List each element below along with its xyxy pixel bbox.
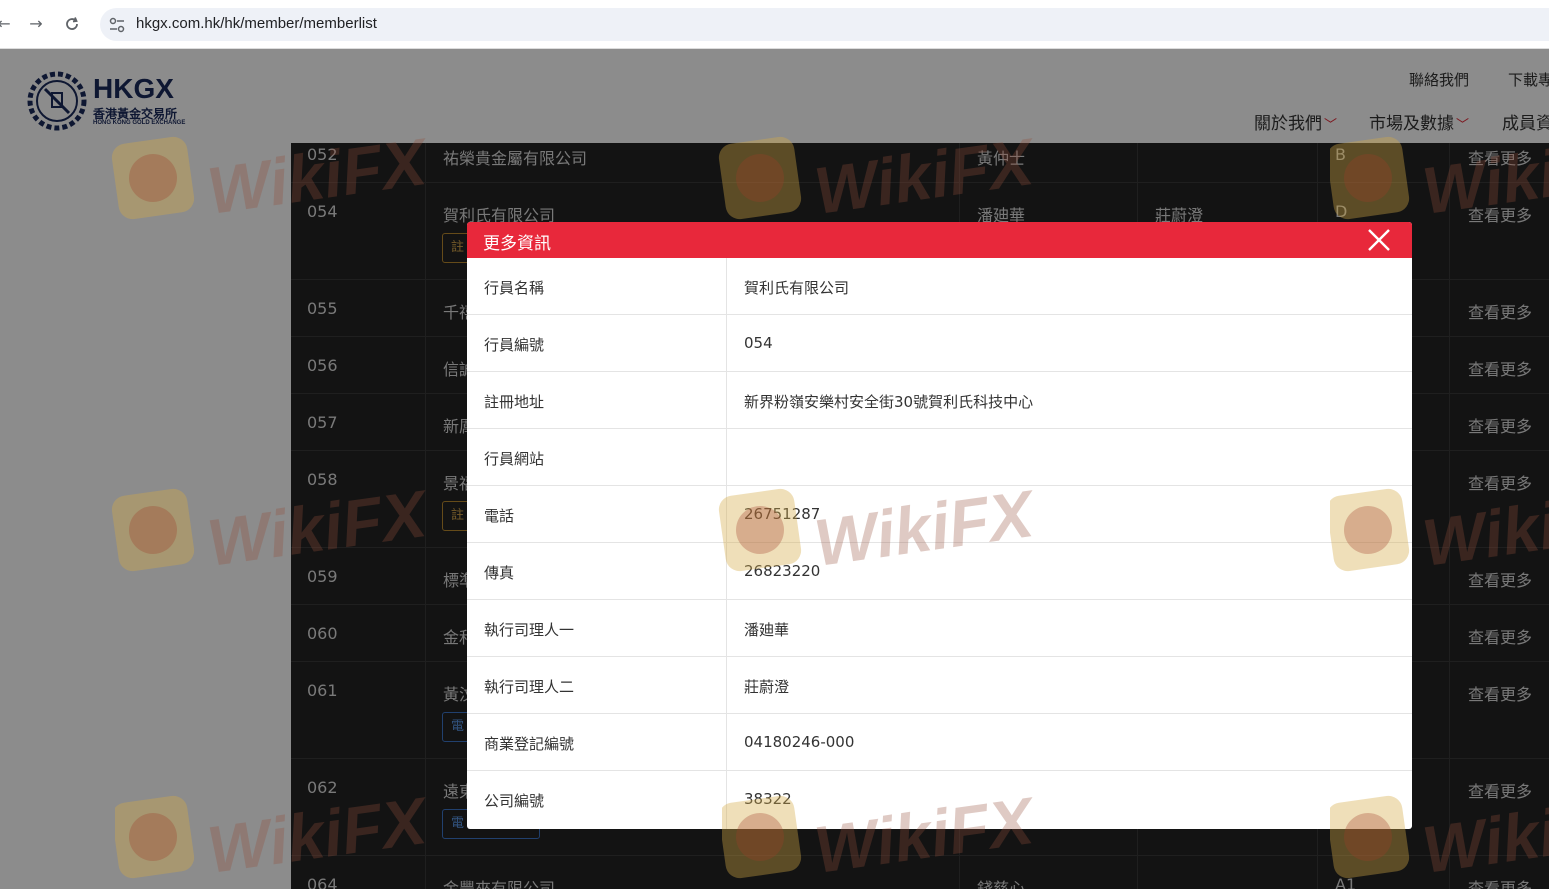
info-value: 054 (744, 334, 773, 352)
info-label: 行員名稱 (484, 279, 545, 297)
info-row-fax: 傳真 26823220 (467, 543, 1412, 600)
info-row-company-number: 公司編號 38322 (467, 771, 1412, 828)
info-label: 行員網站 (484, 450, 545, 468)
info-row-member-number: 行員編號 054 (467, 315, 1412, 372)
dialog-header: 更多資訊 (467, 222, 1412, 258)
reload-icon[interactable] (60, 12, 84, 36)
info-label: 執行司理人二 (484, 678, 575, 696)
info-row-phone: 電話 26751287 (467, 486, 1412, 543)
dialog-title: 更多資訊 (483, 234, 551, 254)
info-row-business-registration: 商業登記編號 04180246-000 (467, 714, 1412, 771)
info-value: 莊蔚澄 (744, 678, 790, 696)
browser-toolbar: ← → hkgx.com.hk/hk/member/memberlist (0, 0, 1549, 49)
info-value: 潘廸華 (744, 621, 790, 639)
address-bar[interactable]: hkgx.com.hk/hk/member/memberlist (100, 8, 1549, 41)
info-label: 商業登記編號 (484, 735, 575, 753)
info-label: 行員編號 (484, 336, 545, 354)
info-value: 新界粉嶺安樂村安全街30號賀利氏科技中心 (744, 393, 1034, 411)
info-label: 註冊地址 (484, 393, 545, 411)
url-text[interactable]: hkgx.com.hk/hk/member/memberlist (136, 15, 377, 32)
info-label: 電話 (484, 507, 515, 525)
info-value: 賀利氏有限公司 (744, 279, 850, 297)
info-row-website: 行員網站 (467, 429, 1412, 486)
info-value: 38322 (744, 790, 792, 808)
info-row-registered-address: 註冊地址 新界粉嶺安樂村安全街30號賀利氏科技中心 (467, 372, 1412, 429)
info-value: 26751287 (744, 505, 821, 523)
info-row-member-name: 行員名稱 賀利氏有限公司 (467, 258, 1412, 315)
info-label: 執行司理人一 (484, 621, 575, 639)
info-value: 26823220 (744, 562, 821, 580)
arrow-right-icon[interactable]: → (24, 12, 48, 36)
close-icon[interactable] (1366, 227, 1392, 253)
info-row-executive-one: 執行司理人一 潘廸華 (467, 600, 1412, 657)
more-info-dialog: 更多資訊 行員名稱 賀利氏有限公司 行員編號 054 註冊地址 新界粉嶺安樂村安… (467, 222, 1412, 829)
info-label: 公司編號 (484, 792, 545, 810)
info-row-executive-two: 執行司理人二 莊蔚澄 (467, 657, 1412, 714)
arrow-left-icon[interactable]: ← (0, 12, 16, 36)
info-label: 傳真 (484, 564, 515, 582)
tune-icon[interactable] (108, 16, 126, 34)
info-value: 04180246-000 (744, 733, 855, 751)
